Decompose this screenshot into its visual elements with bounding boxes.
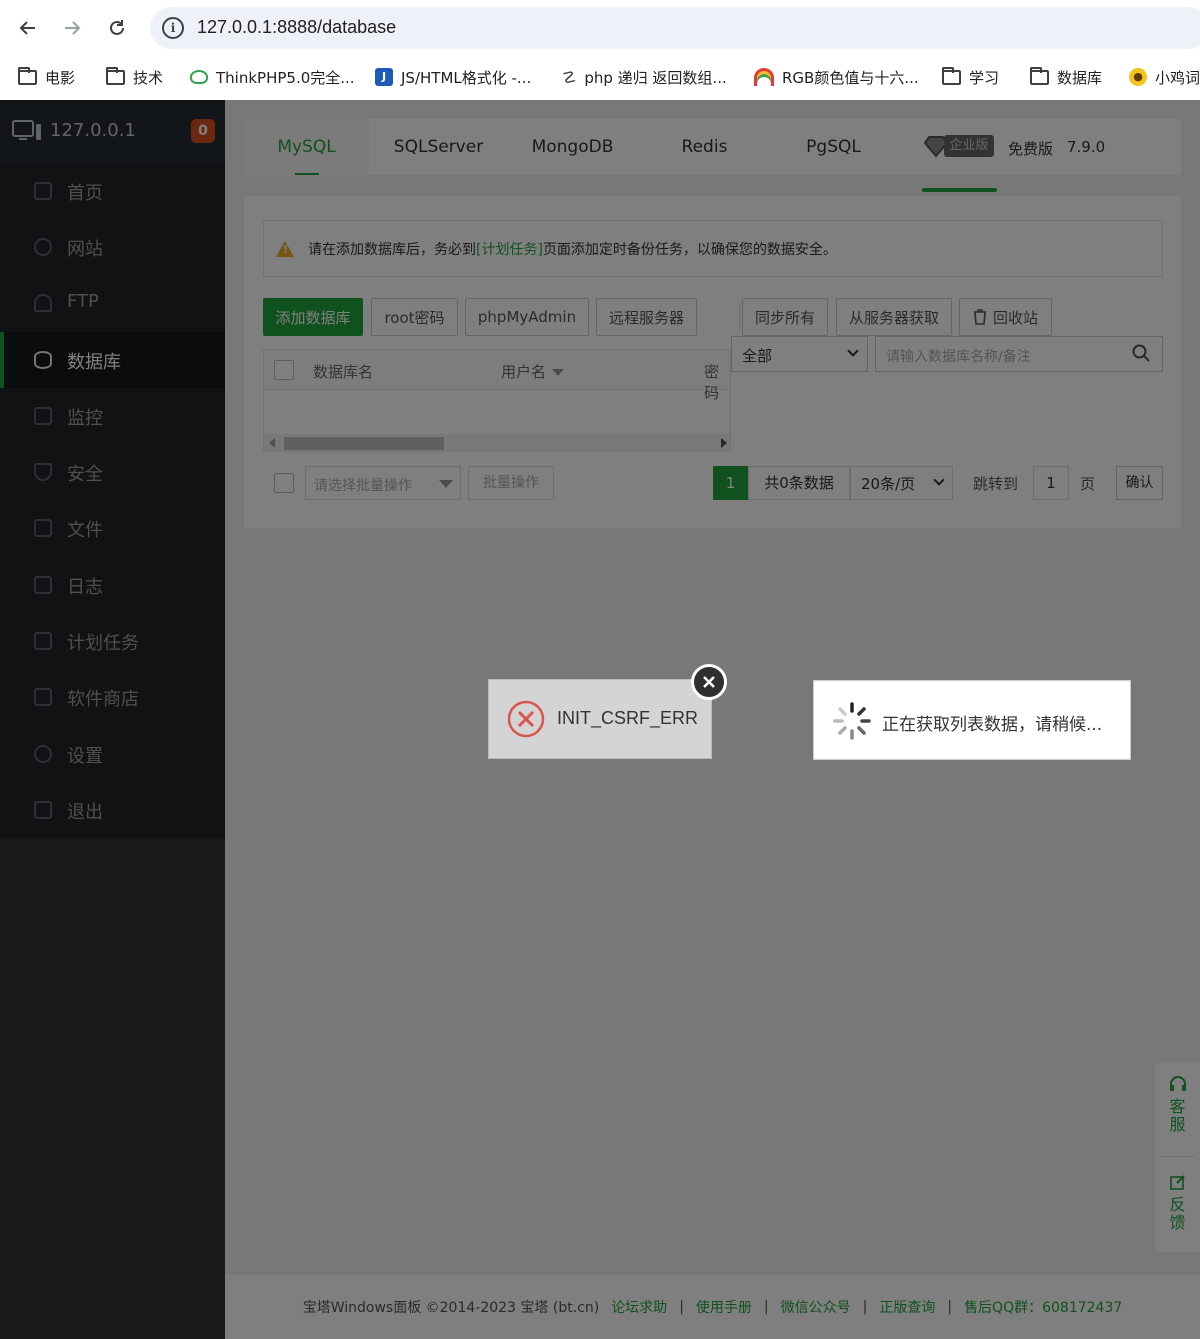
bookmark-label: JS/HTML格式化 -... — [401, 68, 532, 87]
bookmark-label: ThinkPHP5.0完全... — [216, 68, 355, 87]
bookmark-rgb[interactable]: RGB颜色值与十六... — [754, 66, 919, 88]
error-message: INIT_CSRF_ERR — [557, 708, 699, 728]
bookmark-label: php 递归 返回数组... — [584, 68, 727, 87]
back-button[interactable] — [14, 14, 42, 42]
folder-icon — [942, 66, 961, 85]
bookmark-tech[interactable]: 技术 — [106, 66, 163, 88]
folder-icon — [18, 66, 37, 85]
bookmark-label: RGB颜色值与十六... — [782, 68, 919, 87]
jsformat-icon: J — [375, 68, 393, 86]
address-bar[interactable]: i 127.0.0.1:8888/database — [150, 7, 1200, 49]
php-icon: ☡ — [562, 67, 577, 87]
close-icon — [703, 676, 715, 688]
arrow-right-icon — [65, 21, 81, 35]
site-info-icon[interactable]: i — [162, 17, 184, 39]
rainbow-icon — [754, 68, 774, 86]
loading-dialog: 正在获取列表数据，请稍候... — [813, 680, 1131, 760]
bookmark-thinkphp[interactable]: ThinkPHP5.0完全... — [190, 66, 355, 88]
bookmark-php[interactable]: ☡ php 递归 返回数组... — [562, 66, 727, 88]
arrow-left-icon — [19, 21, 35, 35]
bookmark-label: 数据库 — [1057, 68, 1103, 87]
error-x-icon — [507, 700, 545, 738]
bookmark-label: 技术 — [133, 68, 164, 87]
folder-icon — [1030, 66, 1049, 85]
folder-icon — [106, 66, 125, 85]
bookmark-database[interactable]: 数据库 — [1030, 66, 1102, 88]
bookmark-movies[interactable]: 电影 — [18, 66, 75, 88]
browser-toolbar: i 127.0.0.1:8888/database — [0, 0, 1200, 56]
bookmark-study[interactable]: 学习 — [942, 66, 999, 88]
url-text[interactable]: 127.0.0.1:8888/database — [197, 17, 396, 38]
reload-button[interactable] — [103, 14, 131, 42]
forward-button[interactable] — [58, 14, 86, 42]
loading-spinner-icon — [833, 702, 871, 740]
bookmark-label: 电影 — [45, 68, 76, 87]
error-dialog: INIT_CSRF_ERR — [488, 679, 712, 759]
chick-icon: ● — [1129, 68, 1147, 86]
close-dialog-button[interactable] — [691, 664, 727, 700]
bookmark-label: 小鸡词 — [1155, 68, 1200, 87]
bookmark-chick[interactable]: ● 小鸡词 — [1129, 66, 1200, 88]
reload-icon — [110, 20, 124, 35]
thinkphp-icon — [190, 70, 208, 84]
bookmarks-bar: 电影 技术 ThinkPHP5.0完全... J JS/HTML格式化 -...… — [0, 56, 1200, 100]
loading-message: 正在获取列表数据，请稍候... — [882, 715, 1103, 735]
bookmark-jsformat[interactable]: J JS/HTML格式化 -... — [375, 66, 531, 88]
bookmark-label: 学习 — [969, 68, 1000, 87]
